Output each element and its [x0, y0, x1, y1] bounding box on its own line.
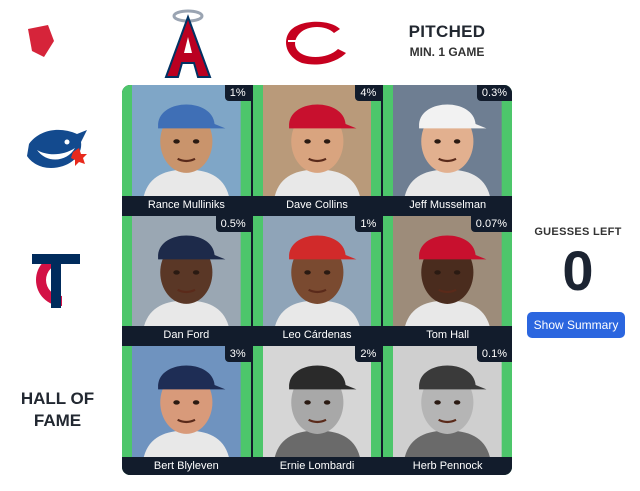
player-photo [262, 346, 372, 457]
angels-logo-icon [155, 5, 220, 81]
grid-cell[interactable]: 0.07% Tom Hall [383, 215, 512, 345]
grid-cell[interactable]: 0.5% Dan Ford [122, 215, 251, 345]
grid-cell[interactable]: 1% Rance Mulliniks [122, 85, 251, 214]
player-photo [262, 215, 372, 327]
player-name: Jeff Musselman [383, 195, 512, 214]
player-name: Leo Cárdenas [252, 326, 382, 345]
guesses-left-label: GUESSES LEFT [534, 226, 622, 238]
rarity-percent: 0.3% [476, 85, 512, 101]
rarity-percent: 2% [355, 346, 382, 363]
player-name: Tom Hall [383, 326, 512, 345]
rarity-percent: 0.5% [215, 215, 251, 232]
grid-cell[interactable]: 2% Ernie Lombardi [252, 346, 382, 475]
grid-cell[interactable]: 1% Leo Cárdenas [252, 215, 382, 345]
player-name: Rance Mulliniks [122, 195, 251, 214]
player-photo [262, 85, 372, 196]
rarity-percent: 0.1% [476, 346, 512, 363]
player-photo [132, 346, 241, 457]
phillies-logo-icon [20, 12, 90, 72]
blue-jays-logo-icon [20, 115, 95, 185]
rarity-percent: 1% [224, 85, 251, 101]
player-photo [393, 215, 502, 327]
player-photo [393, 346, 502, 457]
player-name: Dan Ford [122, 326, 251, 345]
grid-cell[interactable]: 0.1% Herb Pennock [383, 346, 512, 475]
grid-cell[interactable]: 3% Bert Blyleven [122, 346, 251, 475]
player-photo [132, 85, 241, 196]
guesses-left-count: 0 [562, 239, 594, 302]
category-subtitle: MIN. 1 GAME [409, 45, 485, 59]
reds-logo-icon [278, 12, 358, 72]
twins-logo-icon [18, 240, 93, 320]
category-header: PITCHED MIN. 1 GAME [392, 22, 502, 59]
player-name: Dave Collins [252, 195, 382, 214]
player-name: Herb Pennock [383, 457, 512, 475]
rarity-percent: 1% [355, 215, 382, 232]
show-summary-button[interactable]: Show Summary [527, 312, 625, 338]
rarity-percent: 0.07% [470, 215, 512, 232]
player-name: Bert Blyleven [122, 457, 251, 475]
category-title: PITCHED [408, 22, 486, 41]
grid-cell[interactable]: 0.3% Jeff Musselman [383, 85, 512, 214]
immaculate-grid: 1% Rance Mulliniks 4% Dave Collins 0.3% Jeff … [122, 85, 512, 475]
player-name: Ernie Lombardi [252, 457, 382, 475]
grid-cell[interactable]: 4% Dave Collins [252, 85, 382, 214]
rarity-percent: 3% [224, 346, 251, 363]
player-photo [393, 85, 502, 196]
player-photo [132, 215, 241, 327]
hall-of-fame-label: HALL OF FAME [20, 389, 95, 430]
rarity-percent: 4% [355, 85, 382, 101]
